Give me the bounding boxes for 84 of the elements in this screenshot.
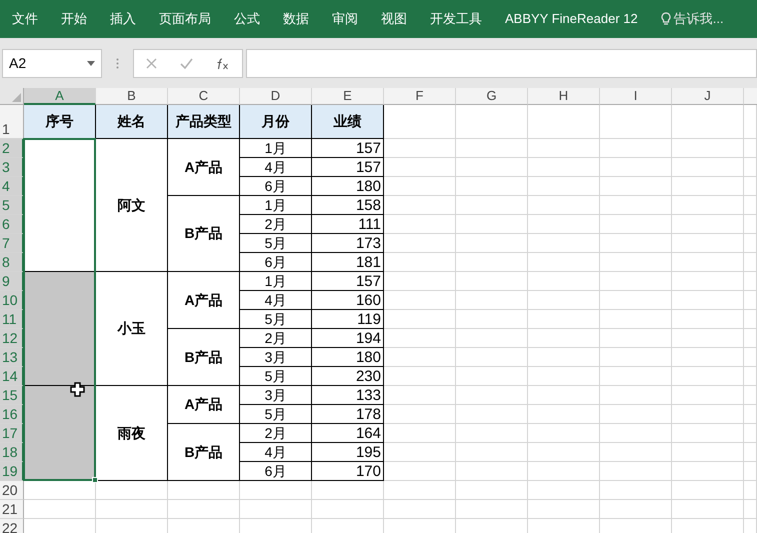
- month-cell: 4月: [240, 443, 312, 462]
- row-header[interactable]: 16: [0, 405, 24, 424]
- corner-triangle-icon: [12, 93, 21, 102]
- ribbon-tab[interactable]: 审阅: [332, 9, 358, 29]
- column-header[interactable]: J: [672, 88, 744, 105]
- row-header[interactable]: 10: [0, 291, 24, 310]
- column-header[interactable]: C: [168, 88, 240, 105]
- function-icon[interactable]: [216, 58, 230, 70]
- select-all-corner[interactable]: [0, 88, 24, 105]
- column-header[interactable]: H: [528, 88, 600, 105]
- row-header[interactable]: 2: [0, 139, 24, 158]
- header-cell: 产品类型: [168, 105, 240, 139]
- row-header[interactable]: 22: [0, 519, 24, 533]
- row-header[interactable]: 12: [0, 329, 24, 348]
- month-cell: 5月: [240, 234, 312, 253]
- name-cell: 小玉: [96, 272, 168, 386]
- ribbon-tab[interactable]: 公式: [234, 9, 260, 29]
- month-cell: 2月: [240, 424, 312, 443]
- product-type-cell: A产品: [168, 386, 240, 424]
- column-header[interactable]: B: [96, 88, 168, 105]
- product-type-cell: B产品: [168, 329, 240, 386]
- row-header[interactable]: 17: [0, 424, 24, 443]
- month-cell: 3月: [240, 348, 312, 367]
- check-icon[interactable]: [180, 58, 193, 69]
- name-box[interactable]: A2: [2, 49, 102, 78]
- row-header[interactable]: 11: [0, 310, 24, 329]
- row-header[interactable]: 3: [0, 158, 24, 177]
- formula-input[interactable]: [246, 49, 757, 78]
- row-header[interactable]: 5: [0, 196, 24, 215]
- row-header[interactable]: 14: [0, 367, 24, 386]
- month-cell: 4月: [240, 158, 312, 177]
- ribbon-tab[interactable]: 视图: [381, 9, 407, 29]
- column-header[interactable]: G: [456, 88, 528, 105]
- month-cell: 2月: [240, 329, 312, 348]
- product-type-cell: A产品: [168, 139, 240, 196]
- row-header[interactable]: 21: [0, 500, 24, 519]
- ribbon-tab[interactable]: 插入: [110, 9, 136, 29]
- column-header[interactable]: E: [312, 88, 384, 105]
- month-cell: 6月: [240, 253, 312, 272]
- ribbon-tab[interactable]: 文件: [12, 9, 38, 29]
- product-type-cell: B产品: [168, 196, 240, 272]
- row-header[interactable]: 7: [0, 234, 24, 253]
- month-cell: 5月: [240, 405, 312, 424]
- row-header[interactable]: 6: [0, 215, 24, 234]
- row-header[interactable]: 19: [0, 462, 24, 481]
- column-header[interactable]: F: [384, 88, 456, 105]
- month-cell: 5月: [240, 367, 312, 386]
- column-header[interactable]: D: [240, 88, 312, 105]
- row-header[interactable]: 8: [0, 253, 24, 272]
- dots-icon: [116, 58, 119, 69]
- header-cell: 月份: [240, 105, 312, 139]
- month-cell: 4月: [240, 291, 312, 310]
- row-header[interactable]: 4: [0, 177, 24, 196]
- header-cell: 姓名: [96, 105, 168, 139]
- cancel-icon[interactable]: [146, 58, 157, 69]
- product-type-cell: A产品: [168, 272, 240, 329]
- dropdown-caret-icon: [87, 61, 95, 66]
- column-header[interactable]: A: [24, 88, 96, 105]
- row-header[interactable]: 1: [0, 105, 24, 139]
- column-header[interactable]: [744, 88, 757, 105]
- month-cell: 1月: [240, 272, 312, 291]
- name-cell: 阿文: [96, 139, 168, 272]
- header-cell: 序号: [24, 105, 96, 139]
- plus-cursor-icon: [70, 382, 85, 397]
- ribbon-tab[interactable]: 开始: [61, 9, 87, 29]
- lightbulb-icon: [660, 12, 671, 26]
- month-cell: 2月: [240, 215, 312, 234]
- row-header[interactable]: 13: [0, 348, 24, 367]
- ribbon-tab[interactable]: ABBYY FineReader 12: [505, 9, 638, 29]
- tell-me-search[interactable]: 告诉我...: [674, 9, 724, 29]
- row-header[interactable]: 18: [0, 443, 24, 462]
- row-header[interactable]: 20: [0, 481, 24, 500]
- ribbon-tab[interactable]: 开发工具: [430, 9, 482, 29]
- month-cell: 5月: [240, 310, 312, 329]
- header-cell: 业绩: [312, 105, 384, 139]
- ribbon-tab[interactable]: 数据: [283, 9, 309, 29]
- month-cell: 6月: [240, 177, 312, 196]
- month-cell: 3月: [240, 386, 312, 405]
- ribbon-tab[interactable]: 页面布局: [159, 9, 211, 29]
- row-header[interactable]: 15: [0, 386, 24, 405]
- month-cell: 1月: [240, 196, 312, 215]
- row-header[interactable]: 9: [0, 272, 24, 291]
- column-header[interactable]: I: [600, 88, 672, 105]
- month-cell: 1月: [240, 139, 312, 158]
